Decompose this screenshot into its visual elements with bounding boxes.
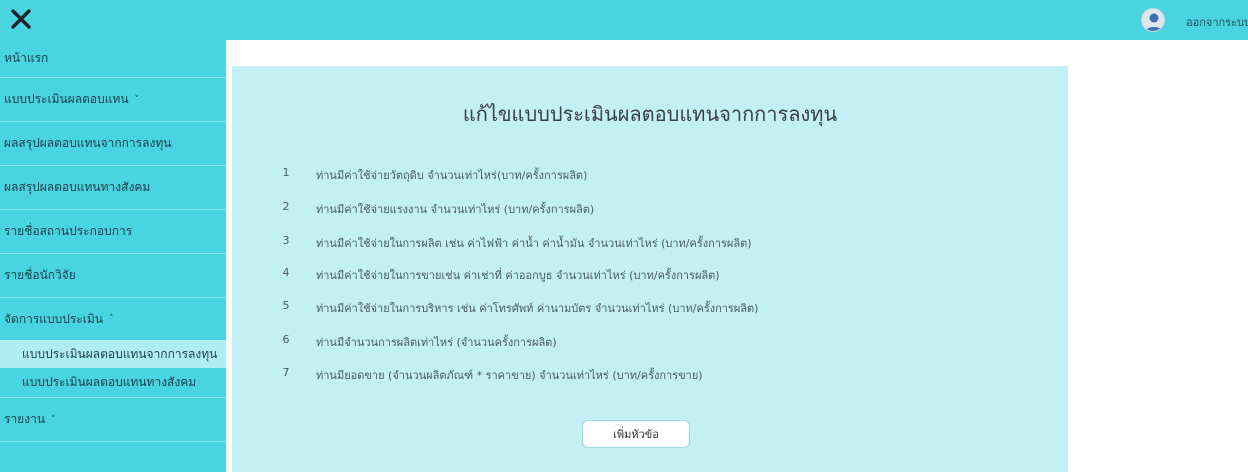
question-number: 6 (282, 333, 290, 346)
question-row[interactable]: 4 ท่านมีค่าใช้จ่ายในการขายเช่น ค่าเช่าที… (232, 264, 1068, 284)
question-text: ท่านมีค่าใช้จ่ายในการผลิต เช่น ค่าไฟฟ้า … (316, 237, 752, 250)
sidebar-item-label: หน้าแรก (4, 51, 49, 65)
chevron-down-icon: ˅ (134, 94, 140, 105)
sidebar-item-label: รายชื่อนักวิจัย (4, 268, 76, 282)
logout-link[interactable]: ออกจากระบบ (1186, 13, 1248, 31)
sidebar-subitem-investment-form[interactable]: แบบประเมินผลตอบแทนจากการลงทุน (0, 340, 226, 368)
user-avatar-icon[interactable] (1141, 8, 1165, 32)
question-row[interactable]: 3 ท่านมีค่าใช้จ่ายในการผลิต เช่น ค่าไฟฟ้… (232, 232, 1068, 252)
question-text: ท่านมีค่าใช้จ่ายวัตถุดิบ จำนวนเท่าไหร่(บ… (316, 169, 588, 182)
sidebar-item-investment-summary[interactable]: ผลสรุปผลตอบแทนจากการลงทุน (0, 122, 226, 166)
chevron-up-icon: ˄ (108, 314, 114, 324)
question-row[interactable]: 7 ท่านมียอดขาย (จำนวนผลิตภัณฑ์ * ราคาขาย… (232, 364, 1068, 384)
form-editor-card: แก้ไขแบบประเมินผลตอบแทนจากการลงทุน 1 ท่า… (232, 66, 1068, 472)
sidebar-item-label: ผลสรุปผลตอบแทนจากการลงทุน (4, 136, 172, 150)
question-text: ท่านมีค่าใช้จ่ายในการขายเช่น ค่าเช่าที่ … (316, 269, 720, 282)
sidebar-item-evaluation-forms[interactable]: แบบประเมินผลตอบแทน ˅ (0, 78, 226, 122)
close-button[interactable] (8, 6, 34, 32)
question-number: 3 (282, 234, 290, 247)
sidebar-item-label: แบบประเมินผลตอบแทนจากการลงทุน (22, 346, 218, 361)
sidebar-item-label: รายงาน (4, 412, 46, 426)
sidebar-item-social-summary[interactable]: ผลสรุปผลตอบแทนทางสังคม (0, 166, 226, 210)
close-icon (8, 6, 34, 32)
sidebar-item-reports[interactable]: รายงาน ˅ (0, 398, 226, 442)
question-number: 7 (282, 366, 290, 379)
question-number: 4 (282, 266, 290, 279)
chevron-down-icon: ˅ (51, 414, 56, 425)
question-number: 2 (282, 200, 290, 213)
question-text: ท่านมีจำนวนการผลิตเท่าไหร่ (จำนวนครั้งกา… (316, 336, 557, 349)
question-text: ท่านมีค่าใช้จ่ายแรงงาน จำนวนเท่าไหร่ (บา… (316, 203, 595, 216)
question-number: 1 (282, 166, 290, 179)
question-row[interactable]: 6 ท่านมีจำนวนการผลิตเท่าไหร่ (จำนวนครั้ง… (232, 331, 1068, 351)
top-bar: ออกจากระบบ (0, 0, 1248, 40)
add-question-button[interactable]: เพิ่มหัวข้อ (582, 420, 690, 448)
question-row[interactable]: 1 ท่านมีค่าใช้จ่ายวัตถุดิบ จำนวนเท่าไหร่… (232, 164, 1068, 184)
question-text: ท่านมียอดขาย (จำนวนผลิตภัณฑ์ * ราคาขาย) … (316, 369, 703, 382)
question-number: 5 (282, 299, 290, 312)
sidebar-item-label: ผลสรุปผลตอบแทนทางสังคม (4, 180, 151, 194)
question-row[interactable]: 2 ท่านมีค่าใช้จ่ายแรงงาน จำนวนเท่าไหร่ (… (232, 198, 1068, 218)
sidebar-item-label: แบบประเมินผลตอบแทนทางสังคม (22, 375, 197, 389)
sidebar-item-enterprises[interactable]: รายชื่อสถานประกอบการ (0, 210, 226, 254)
page-title: แก้ไขแบบประเมินผลตอบแทนจากการลงทุน (462, 102, 838, 126)
sidebar-subitem-social-form[interactable]: แบบประเมินผลตอบแทนทางสังคม (0, 368, 226, 398)
sidebar-item-manage-forms[interactable]: จัดการแบบประเมิน ˄ (0, 298, 226, 340)
question-text: ท่านมีค่าใช้จ่ายในการบริหาร เช่น ค่าโทรศ… (316, 302, 759, 315)
sidebar-item-researchers[interactable]: รายชื่อนักวิจัย (0, 254, 226, 298)
sidebar-item-label: จัดการแบบประเมิน (4, 311, 103, 326)
sidebar-item-label: แบบประเมินผลตอบแทน (4, 92, 129, 106)
question-row[interactable]: 5 ท่านมีค่าใช้จ่ายในการบริหาร เช่น ค่าโท… (232, 297, 1068, 317)
sidebar: หน้าแรก แบบประเมินผลตอบแทน ˅ ผลสรุปผลตอบ… (0, 40, 226, 472)
sidebar-item-home[interactable]: หน้าแรก (0, 40, 226, 78)
sidebar-item-label: รายชื่อสถานประกอบการ (4, 224, 133, 238)
